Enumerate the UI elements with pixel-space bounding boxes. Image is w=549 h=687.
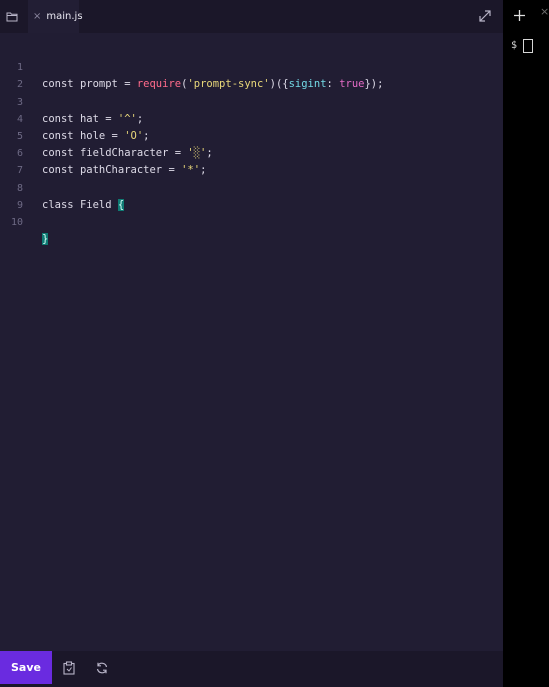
code-line: 8 class Field {	[0, 162, 503, 211]
code-line: 2	[0, 59, 503, 90]
save-button[interactable]: Save	[0, 651, 52, 684]
terminal-cursor	[523, 39, 533, 53]
close-icon[interactable]: ×	[540, 6, 549, 17]
code-line: 4 const hole = 'O';	[0, 94, 503, 142]
terminal-prompt: $	[511, 40, 518, 51]
code-text: }	[42, 231, 49, 248]
clipboard-icon[interactable]	[62, 660, 76, 675]
close-icon[interactable]: ×	[33, 11, 41, 22]
line-number: 10	[10, 216, 23, 228]
code-line: 10 }	[0, 197, 503, 246]
terminal-pane[interactable]: × $	[503, 0, 549, 687]
code-area[interactable]: 1 const prompt = require('prompt-sync')(…	[0, 42, 503, 246]
refresh-icon[interactable]	[95, 660, 109, 674]
tab-label: main.js	[46, 11, 83, 22]
code-line: 3 const hat = '^';	[0, 76, 503, 125]
editor-bottom-bar: Save	[0, 651, 503, 687]
plus-icon[interactable]	[513, 7, 526, 21]
code-line: 5 const fieldCharacter = '░';	[0, 111, 503, 159]
matched-brace: }	[42, 233, 49, 246]
editor-tab-bar: × main.js	[0, 0, 503, 33]
folder-icon[interactable]	[4, 8, 20, 24]
code-line: 7	[0, 145, 503, 176]
expand-icon[interactable]	[478, 8, 494, 24]
code-line: 9	[0, 180, 503, 211]
code-line: 1 const prompt = require('prompt-sync')(…	[0, 42, 503, 90]
code-editor[interactable]: × main.js 1 const prompt = require('prom…	[0, 0, 503, 687]
code-line: 6 const pathCharacter = '*';	[0, 128, 503, 176]
tab-main-js[interactable]: × main.js	[28, 0, 83, 33]
